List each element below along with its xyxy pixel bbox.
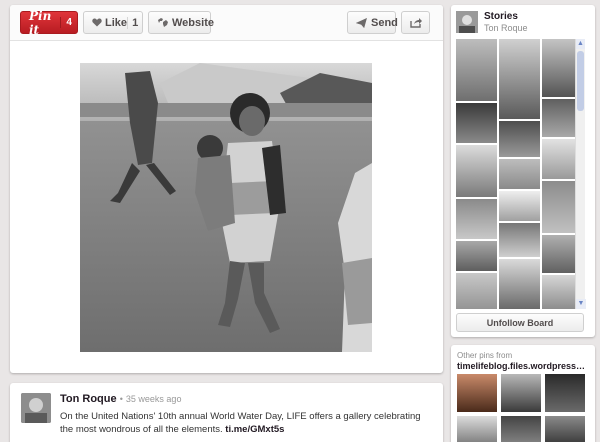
author-name[interactable]: Ton Roque: [60, 393, 117, 405]
website-button[interactable]: Website: [148, 11, 214, 34]
pin-description: On the United Nations' 10th annual World…: [60, 410, 430, 436]
other-pins-label: Other pins from: [457, 351, 513, 360]
board-pin-mosaic: [456, 39, 584, 309]
board-pin-thumb[interactable]: [542, 275, 576, 309]
other-pin-thumb[interactable]: [545, 416, 585, 442]
send-arrow-icon: [356, 17, 367, 28]
board-pin-thumb[interactable]: [542, 139, 576, 179]
other-pin-thumb[interactable]: [457, 416, 497, 442]
other-pin-thumb[interactable]: [545, 374, 585, 412]
board-thumbnail: [456, 11, 478, 33]
heart-icon: [92, 18, 102, 27]
board-owner[interactable]: Ton Roque: [484, 23, 528, 33]
pin-description-card: Ton Roque • 35 weeks ago On the United N…: [10, 383, 443, 442]
board-card: Stories Ton Roque ▲ ▼ Unfollow Board: [451, 5, 595, 337]
board-pin-thumb[interactable]: [542, 181, 576, 233]
other-pin-thumb[interactable]: [457, 374, 497, 412]
website-label: Website: [172, 16, 214, 29]
chevron-down-icon[interactable]: ▼: [576, 299, 586, 309]
board-pin-thumb[interactable]: [499, 223, 540, 257]
mosaic-scrollbar[interactable]: ▲ ▼: [575, 39, 586, 309]
board-pin-thumb[interactable]: [499, 159, 540, 189]
board-title[interactable]: Stories: [484, 11, 518, 22]
send-button[interactable]: Send: [347, 11, 398, 34]
board-pin-thumb[interactable]: [499, 191, 540, 221]
pin-it-label: Pin it: [29, 8, 52, 37]
unfollow-board-button[interactable]: Unfollow Board: [456, 313, 584, 332]
share-button[interactable]: [401, 11, 430, 34]
pin-toolbar: Pin it 4 Like 1 Website Send: [10, 5, 443, 41]
description-link[interactable]: ti.me/GMxt5s: [225, 424, 284, 435]
board-pin-thumb[interactable]: [499, 121, 540, 157]
board-pin-thumb[interactable]: [499, 39, 540, 119]
like-count: 1: [127, 16, 142, 29]
separator: •: [119, 394, 123, 404]
author-avatar[interactable]: [21, 393, 51, 423]
scrollbar-thumb[interactable]: [577, 51, 584, 111]
board-pin-thumb[interactable]: [456, 145, 497, 197]
other-pin-thumb[interactable]: [501, 416, 541, 442]
other-pins-card: Other pins from timelifeblog.files.wordp…: [451, 345, 595, 442]
post-time: 35 weeks ago: [125, 394, 182, 404]
board-pin-thumb[interactable]: [542, 99, 576, 137]
send-label: Send: [371, 16, 398, 29]
like-button[interactable]: Like 1: [83, 11, 143, 34]
chevron-up-icon[interactable]: ▲: [576, 39, 585, 49]
share-icon: [409, 17, 422, 28]
pin-image[interactable]: [80, 63, 372, 352]
like-label: Like: [105, 16, 128, 29]
board-pin-thumb[interactable]: [456, 241, 497, 271]
other-pin-thumb[interactable]: [501, 374, 541, 412]
board-pin-thumb[interactable]: [456, 199, 497, 239]
board-pin-thumb[interactable]: [456, 103, 497, 143]
other-pins-source[interactable]: timelifeblog.files.wordpress.com: [457, 361, 587, 371]
board-pin-thumb[interactable]: [456, 273, 497, 309]
board-pin-thumb[interactable]: [499, 259, 540, 309]
board-pin-thumb[interactable]: [542, 39, 576, 97]
pin-it-button[interactable]: Pin it 4: [20, 8, 78, 37]
globe-icon: [157, 17, 169, 28]
pin-count: 4: [60, 17, 77, 28]
board-pin-thumb[interactable]: [456, 39, 497, 101]
pin-card: Pin it 4 Like 1 Website Send: [10, 5, 443, 373]
board-pin-thumb[interactable]: [542, 235, 576, 273]
